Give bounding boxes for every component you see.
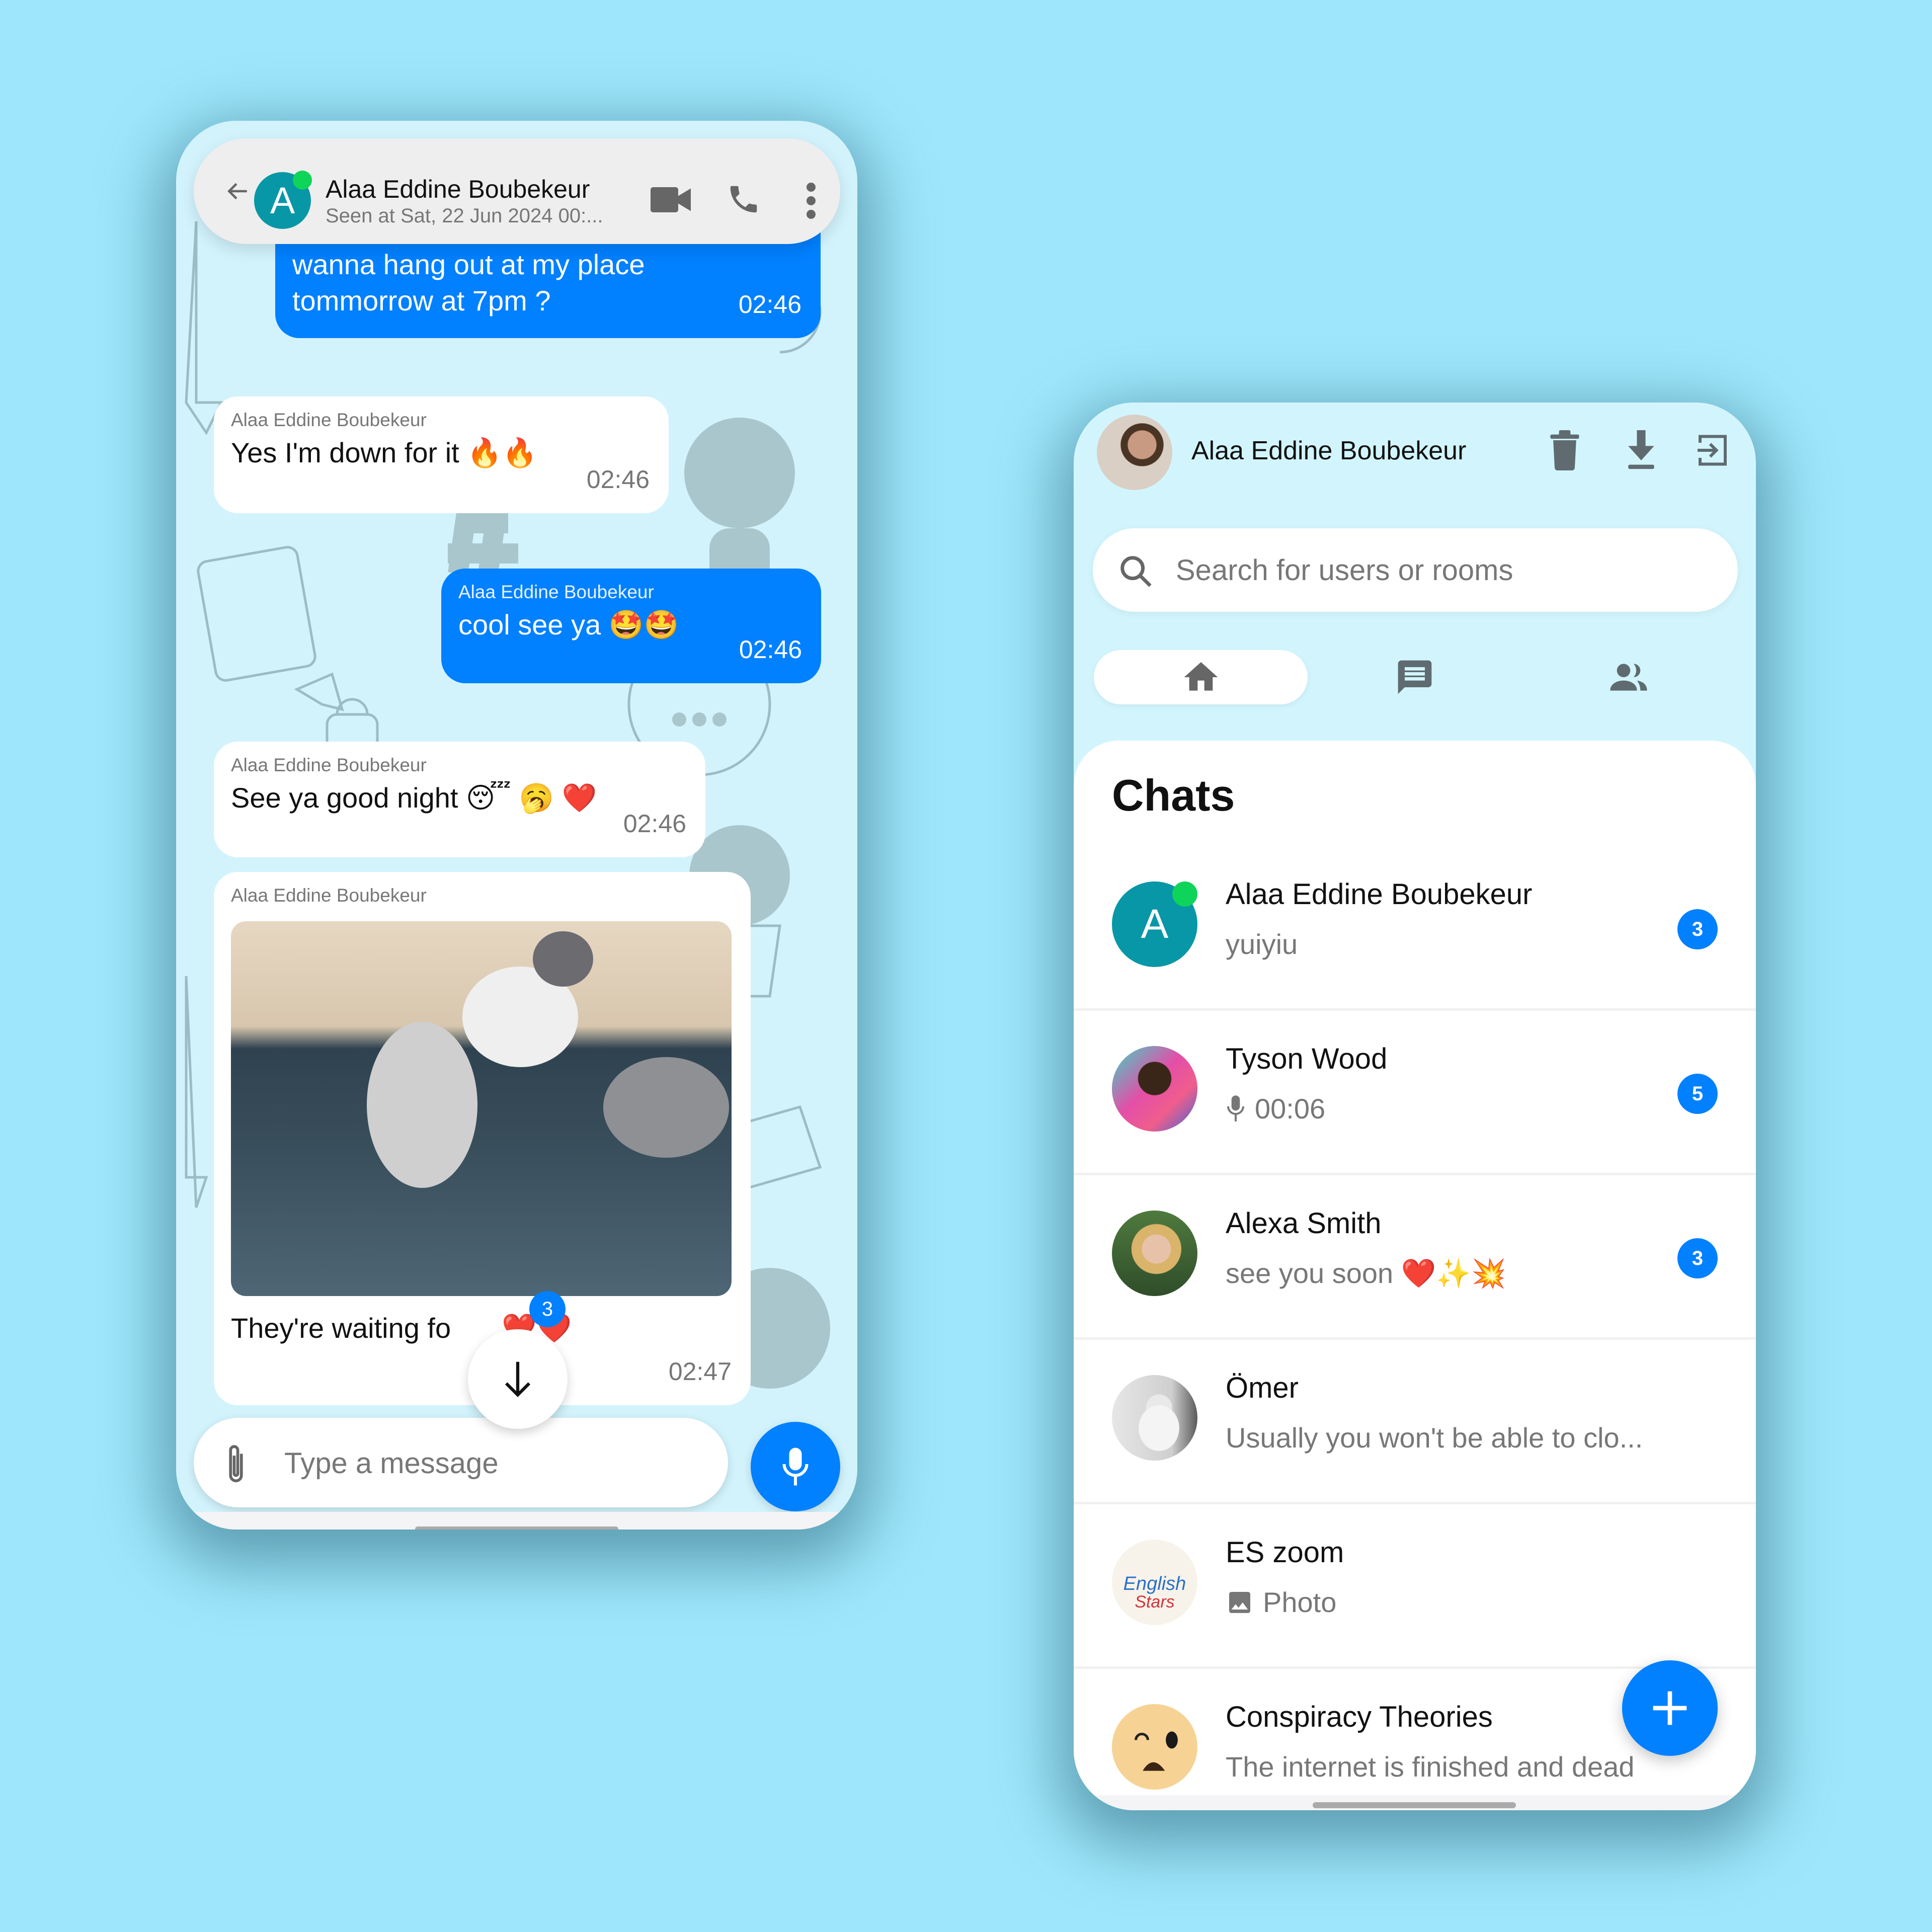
chat-name: Conspiracy Theories bbox=[1226, 1701, 1493, 1733]
search-bar bbox=[1093, 528, 1738, 612]
unread-count-badge: 5 bbox=[1677, 1074, 1718, 1114]
online-indicator bbox=[293, 171, 312, 190]
chat-list-item[interactable]: Ömer Usually you won't be able to clo... bbox=[1074, 1340, 1756, 1504]
photo-attachment[interactable] bbox=[231, 921, 732, 1296]
avatar bbox=[1112, 1704, 1197, 1790]
message-sender: Alaa Eddine Boubekeur bbox=[231, 885, 427, 906]
search-input[interactable] bbox=[1176, 548, 1709, 592]
message-bubble-incoming[interactable]: Alaa Eddine Boubekeur See ya good night … bbox=[214, 742, 705, 857]
kitten-shape bbox=[603, 1057, 729, 1158]
chat-icon bbox=[1398, 660, 1431, 694]
chat-preview: 00:06 bbox=[1226, 1092, 1325, 1125]
chat-header: A Alaa Eddine Boubekeur Seen at Sat, 22 … bbox=[194, 138, 840, 244]
record-voice-button[interactable] bbox=[751, 1422, 840, 1511]
online-indicator bbox=[1172, 881, 1197, 907]
profile-avatar[interactable] bbox=[1097, 415, 1172, 490]
message-composer bbox=[194, 1418, 728, 1507]
kitten-shape bbox=[533, 931, 593, 987]
section-title: Chats bbox=[1112, 770, 1235, 820]
chat-name: Alaa Eddine Boubekeur bbox=[1226, 878, 1533, 911]
avatar-logo-text: English bbox=[1123, 1573, 1186, 1594]
message-time: 02:46 bbox=[623, 810, 686, 838]
message-time: 02:46 bbox=[586, 465, 650, 494]
arrow-left-icon[interactable] bbox=[225, 179, 250, 204]
scroll-to-bottom-button[interactable] bbox=[468, 1329, 568, 1429]
phone-icon[interactable] bbox=[726, 182, 761, 217]
chat-preview: Usually you won't be able to clo... bbox=[1226, 1421, 1643, 1454]
avatar: English Stars bbox=[1112, 1540, 1197, 1625]
chat-preview: see you soon ❤️✨💥 bbox=[1226, 1257, 1506, 1290]
logout-icon[interactable] bbox=[1698, 430, 1728, 470]
unread-count-badge: 3 bbox=[1677, 909, 1718, 949]
plus-icon bbox=[1653, 1691, 1687, 1725]
chat-list-item[interactable]: Tyson Wood 00:06 5 bbox=[1074, 1011, 1756, 1175]
message-bubble-outgoing[interactable]: Alaa Eddine Boubekeur cool see ya 🤩🤩 02:… bbox=[441, 569, 821, 683]
search-icon bbox=[1120, 556, 1152, 587]
avatar bbox=[1112, 1211, 1197, 1296]
arrow-down-icon bbox=[505, 1361, 531, 1397]
chat-preview: The internet is finished and dead bbox=[1226, 1750, 1635, 1783]
unread-count-badge: 3 bbox=[529, 1291, 566, 1327]
chat-preview: Photo bbox=[1226, 1586, 1336, 1619]
chat-preview-text: yuiyiu bbox=[1226, 928, 1298, 960]
home-indicator[interactable] bbox=[1313, 1802, 1516, 1808]
chat-preview-text: 00:06 bbox=[1255, 1093, 1326, 1124]
wink-face-icon bbox=[1135, 1731, 1178, 1771]
trash-icon[interactable] bbox=[1550, 430, 1580, 470]
home-indicator[interactable] bbox=[415, 1526, 618, 1530]
tab-chats[interactable] bbox=[1308, 650, 1521, 704]
kitten-shape bbox=[367, 1022, 477, 1188]
chat-preview-text: Photo bbox=[1263, 1586, 1337, 1618]
message-input[interactable] bbox=[284, 1443, 697, 1483]
paperclip-icon[interactable] bbox=[225, 1443, 247, 1486]
message-text: wanna hang out at my place tommorrow at … bbox=[292, 249, 645, 316]
microphone-icon bbox=[1227, 1095, 1244, 1121]
chat-name: ES zoom bbox=[1226, 1536, 1344, 1569]
unread-count-badge: 3 bbox=[1677, 1238, 1718, 1278]
tab-home[interactable] bbox=[1094, 650, 1308, 704]
message-text: They're waiting fo ❤️❤️ bbox=[231, 1312, 572, 1344]
chat-preview-text: see you soon ❤️✨💥 bbox=[1226, 1257, 1506, 1289]
microphone-icon bbox=[782, 1447, 809, 1486]
message-time: 02:47 bbox=[668, 1357, 732, 1386]
message-sender: Alaa Eddine Boubekeur bbox=[231, 410, 427, 430]
message-time: 02:46 bbox=[738, 290, 801, 318]
last-seen-status: Seen at Sat, 22 Jun 2024 00:... bbox=[326, 205, 603, 227]
chat-name: Ömer bbox=[1226, 1372, 1299, 1404]
chat-name: Tyson Wood bbox=[1226, 1042, 1388, 1075]
download-icon[interactable] bbox=[1626, 430, 1656, 470]
chat-preview-text: Usually you won't be able to clo... bbox=[1226, 1422, 1643, 1454]
chat-list-item[interactable]: Alexa Smith see you soon ❤️✨💥 3 bbox=[1074, 1175, 1756, 1340]
image-icon bbox=[1229, 1591, 1250, 1613]
message-sender: Alaa Eddine Boubekeur bbox=[458, 582, 654, 602]
avatar bbox=[1112, 1046, 1197, 1132]
message-time: 02:46 bbox=[739, 635, 802, 664]
chat-list-item[interactable]: A Alaa Eddine Boubekeur yuiyiu 3 bbox=[1074, 846, 1756, 1011]
message-sender: Alaa Eddine Boubekeur bbox=[231, 755, 427, 775]
home-icon bbox=[1184, 662, 1218, 691]
tab-contacts[interactable] bbox=[1521, 650, 1735, 704]
new-chat-button[interactable] bbox=[1622, 1660, 1718, 1756]
chat-list-panel: Chats A Alaa Eddine Boubekeur yuiyiu 3 T… bbox=[1074, 741, 1756, 1810]
avatar bbox=[1112, 1375, 1197, 1461]
chat-preview-text: The internet is finished and dead bbox=[1226, 1751, 1635, 1783]
conversation-screen: wanna hang out at my place tommorrow at … bbox=[176, 121, 857, 1530]
contact-name[interactable]: Alaa Eddine Boubekeur bbox=[326, 175, 590, 204]
people-icon bbox=[1609, 664, 1647, 691]
chat-list-item[interactable]: English Stars ES zoom Photo bbox=[1074, 1504, 1756, 1669]
message-text: See ya good night 😴 🥱 ❤️ bbox=[231, 782, 597, 814]
more-vertical-icon[interactable] bbox=[805, 183, 817, 219]
video-call-icon[interactable] bbox=[651, 185, 691, 215]
avatar-logo-text: Stars bbox=[1135, 1592, 1175, 1612]
chat-name: Alexa Smith bbox=[1226, 1207, 1382, 1240]
message-bubble-incoming-photo[interactable]: Alaa Eddine Boubekeur They're waiting fo… bbox=[214, 872, 751, 1405]
chat-list-screen: Alaa Eddine Boubekeur Chats A Alaa Eddin… bbox=[1074, 403, 1756, 1810]
chat-preview: yuiyiu bbox=[1226, 928, 1298, 960]
current-user-name: Alaa Eddine Boubekeur bbox=[1191, 436, 1467, 465]
message-bubble-incoming[interactable]: Alaa Eddine Boubekeur Yes I'm down for i… bbox=[214, 396, 669, 513]
